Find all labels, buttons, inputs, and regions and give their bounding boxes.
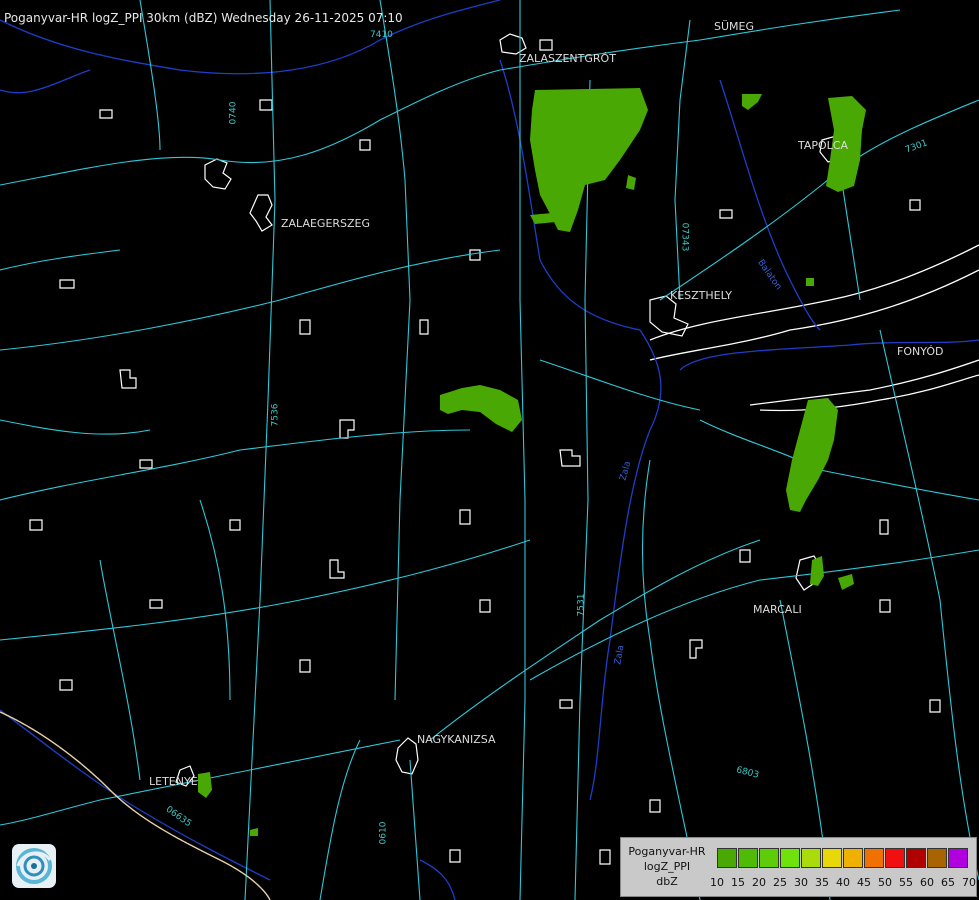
legend-swatch [801,848,821,868]
legend-tick-label: 55 [899,876,913,889]
legend-swatch [885,848,905,868]
city-label-marcali: MARCALI [753,603,802,616]
legend-tick-label: 40 [836,876,850,889]
map-title: Poganyvar-HR logZ_PPI 30km (dBZ) Wednesd… [4,11,403,25]
city-label-letenye: LETENYE [149,775,198,788]
legend-title: Poganyvar-HR [628,845,706,858]
legend-swatch [906,848,926,868]
legend-tick-label: 70 [962,876,976,889]
legend-tick-label: 50 [878,876,892,889]
legend-swatch [780,848,800,868]
legend-tick-label: 10 [710,876,724,889]
city-label-nagykanizsa: NAGYKANIZSA [417,733,496,746]
road-label: 7410 [370,30,393,40]
legend-swatch [948,848,968,868]
legend-tick-label: 65 [941,876,955,889]
legend-ticks: 10 15 20 25 30 35 40 45 50 55 60 65 70 [710,876,976,890]
legend-swatch [717,848,737,868]
road-label: 0740 [228,101,239,125]
legend-swatch [822,848,842,868]
legend-swatch [927,848,947,868]
city-label-zalaegerszeg: ZALAEGERSZEG [281,217,371,230]
color-legend: Poganyvar-HR logZ_PPI dbZ 10 15 20 25 30 35 40… [620,837,977,897]
road-label: 7536 [270,403,281,427]
legend-tick-label: 60 [920,876,934,889]
legend-unit: dbZ [656,875,678,888]
radar-map [0,0,979,900]
legend-label: Poganyvar-HR logZ_PPI dbZ [623,844,711,889]
legend-color-bar [717,848,969,868]
swirl-logo-icon [16,848,52,884]
legend-swatch [738,848,758,868]
city-label-keszthely: KESZTHELY [670,289,733,302]
legend-product: logZ_PPI [643,860,691,873]
legend-tick-label: 20 [752,876,766,889]
legend-tick-label: 35 [815,876,829,889]
road-label: 7531 [576,593,587,617]
city-label-tapolca: TAPOLCA [798,139,849,152]
legend-tick-label: 45 [857,876,871,889]
city-label-zalaszentgrot: ZALASZENTGRÓT [519,52,616,65]
city-label-sumeg: SÜMEG [714,20,754,33]
logo [12,844,56,888]
legend-swatch [759,848,779,868]
legend-tick-label: 30 [794,876,808,889]
road-label: 0610 [378,821,389,845]
legend-swatch [864,848,884,868]
road-label: 07343 [679,222,690,252]
legend-tick-label: 15 [731,876,745,889]
legend-tick-label: 25 [773,876,787,889]
legend-swatch [843,848,863,868]
city-label-fonyod: FONYÓD [897,345,944,358]
